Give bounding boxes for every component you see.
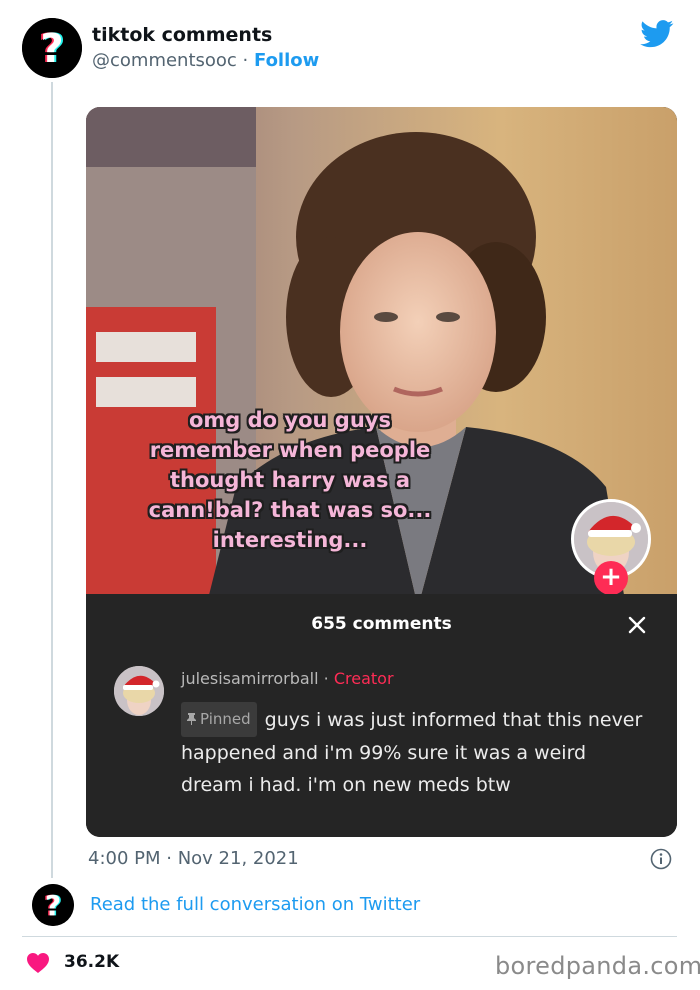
svg-text:?: ? [45, 889, 61, 922]
pinned-badge: Pinned [181, 702, 257, 737]
caption-line: thought harry was a [169, 468, 411, 492]
pin-icon [187, 713, 196, 725]
twitter-bird-icon[interactable] [640, 20, 674, 48]
caption-line: remember when people [149, 438, 431, 462]
author-avatar[interactable]: ? ? ? [22, 18, 82, 78]
tiktok-question-logo-icon: ? ? ? [22, 18, 82, 78]
thread-line [51, 82, 53, 878]
close-icon[interactable] [624, 612, 650, 638]
boredpanda-watermark: boredpanda.com [495, 952, 700, 980]
video-caption: omg do you guys remember when people tho… [86, 405, 494, 555]
commenter-row: julesisamirrorball · Creator [181, 669, 394, 688]
commenter-separator: · [318, 669, 334, 688]
author-display-name[interactable]: tiktok comments [92, 24, 272, 46]
comments-count: 655 comments [311, 614, 452, 634]
tiktok-screenshot[interactable]: omg do you guys remember when people tho… [86, 107, 677, 837]
tiktok-question-logo-icon: ? ? ? [32, 884, 74, 926]
pinned-label: Pinned [200, 710, 251, 728]
caption-line: cann!bal? that was so... [148, 498, 432, 522]
heart-icon[interactable] [26, 952, 50, 974]
like-count: 36.2K [64, 952, 120, 972]
tweet-timestamp[interactable]: 4:00 PM · Nov 21, 2021 [88, 848, 299, 869]
follow-creator-plus-button[interactable]: + [594, 561, 628, 595]
commenter-username[interactable]: julesisamirrorball [181, 669, 319, 688]
follow-button[interactable]: Follow [254, 50, 319, 71]
author-handle-row: @commentsooc · Follow [92, 50, 319, 71]
comments-panel: 655 comments julesisamirrorball · Creato… [86, 594, 677, 837]
pinned-comment: Pinned guys i was just informed that this… [181, 702, 651, 801]
read-conversation-link[interactable]: Read the full conversation on Twitter [90, 894, 420, 915]
info-icon[interactable] [650, 848, 672, 870]
footer-author-avatar[interactable]: ? ? ? [32, 884, 74, 926]
caption-line: omg do you guys [189, 408, 391, 432]
creator-badge: Creator [333, 669, 394, 688]
author-handle[interactable]: @commentsooc [92, 50, 237, 71]
svg-text:?: ? [40, 26, 63, 72]
caption-line: interesting... [212, 528, 368, 552]
commenter-avatar[interactable] [114, 666, 164, 716]
handle-separator: · [236, 50, 254, 71]
footer-divider [22, 936, 677, 937]
